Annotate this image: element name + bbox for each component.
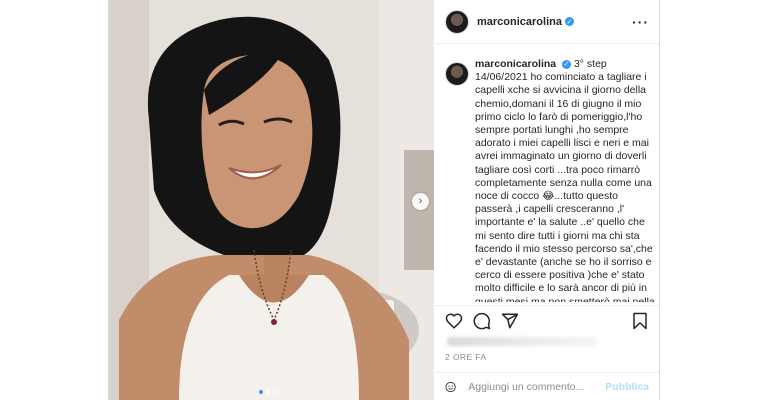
header-username[interactable]: marconicarolina [477,16,562,28]
woman-portrait-illustration [109,0,434,400]
share-icon[interactable] [501,312,519,330]
caption-body: marconicarolina ✓ 3° step 14/06/2021 ho … [475,58,657,302]
instagram-post: › marconicarolina ✓ ··· marconicarolina … [108,0,660,400]
verified-badge-icon: ✓ [562,60,572,70]
likes-count-blurred [447,337,597,346]
heart-icon[interactable] [445,312,463,330]
carousel-dot [259,390,263,394]
carousel-dots [259,390,277,394]
caption-avatar[interactable] [445,62,469,86]
avatar[interactable] [445,9,469,34]
verified-badge-icon: ✓ [564,17,574,26]
next-photo-button[interactable]: › [412,193,429,210]
caption-text: 3° step 14/06/2021 ho cominciato a tagli… [475,58,655,302]
action-bar [435,305,659,336]
post-header: marconicarolina ✓ ··· [435,0,659,44]
comment-input[interactable] [466,379,606,394]
caption-username[interactable]: marconicarolina [475,58,556,70]
comment-bar: Pubblica [435,372,659,400]
more-horizontal-icon[interactable]: ··· [632,14,649,30]
post-timestamp: 2 ORE FA [445,352,487,362]
caption: marconicarolina ✓ 3° step 14/06/2021 ho … [445,58,657,302]
comment-icon[interactable] [473,312,491,330]
chevron-right-icon: › [418,195,423,207]
post-photo[interactable]: › [109,0,434,400]
bookmark-icon[interactable] [631,312,649,330]
carousel-dot [273,390,277,394]
post-sidebar: marconicarolina ✓ ··· marconicarolina ✓ … [435,0,659,400]
emoji-icon[interactable] [445,379,456,395]
carousel-dot [266,390,270,394]
publish-button[interactable]: Pubblica [605,381,649,393]
